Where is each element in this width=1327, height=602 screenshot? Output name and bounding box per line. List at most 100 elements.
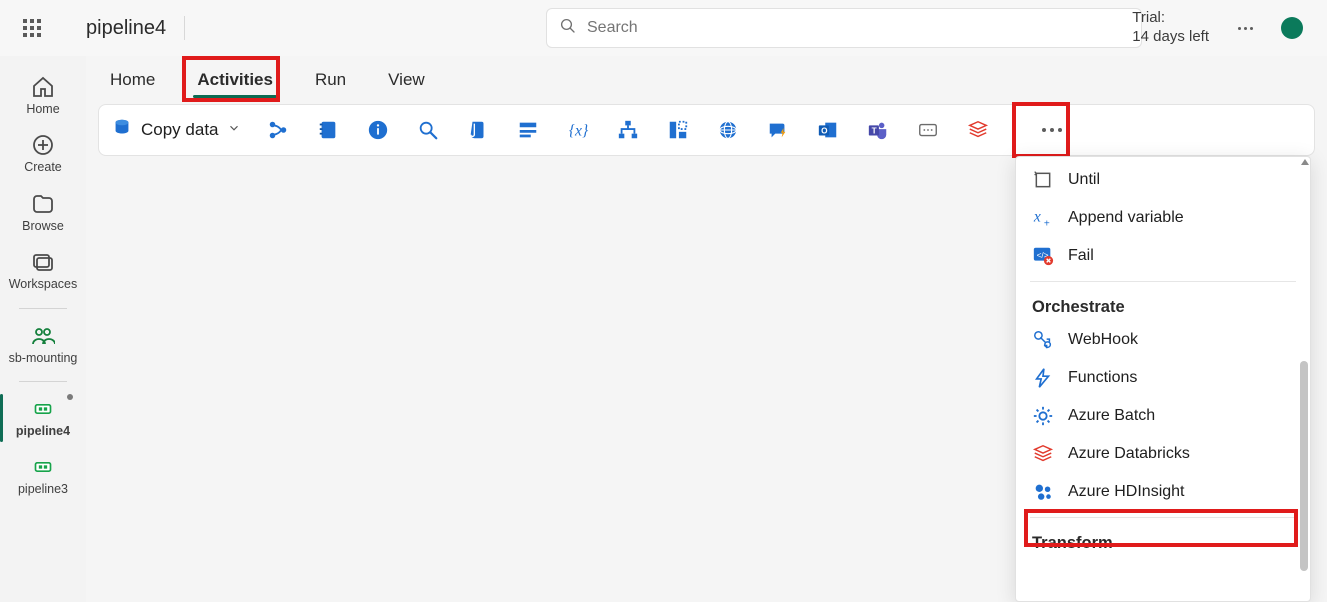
rail-separator-2 [19,381,67,382]
people-icon [30,323,56,349]
toolbar-more-button[interactable] [1034,115,1070,145]
app-launcher-button[interactable] [12,8,52,48]
menu-item-label: Fail [1068,247,1094,265]
keyboard-icon [917,119,939,141]
fail-icon: </> [1032,245,1054,267]
globe-icon [717,119,739,141]
menu-item-azure-batch[interactable]: Azure Batch [1016,397,1310,435]
notebook-icon [317,119,339,141]
activities-more-menu: Until x+ Append variable </> Fail Orches… [1015,156,1311,602]
toolbar-web-button[interactable] [713,115,743,145]
form-icon [517,119,539,141]
svg-text:+: + [1044,218,1050,229]
menu-item-until[interactable]: Until [1016,161,1310,199]
toolbar-form-button[interactable] [513,115,543,145]
toolbar-script-button[interactable] [463,115,493,145]
toolbar-outlook-button[interactable]: O [813,115,843,145]
pipeline-icon [30,396,56,422]
svg-text:{x}: {x} [568,123,588,140]
menu-item-label: Azure HDInsight [1068,483,1185,501]
webhook-icon [1032,329,1054,351]
menu-item-append-variable[interactable]: x+ Append variable [1016,199,1310,237]
toolbar-semantic-button[interactable] [763,115,793,145]
until-icon [1032,169,1054,191]
nav-pipeline3[interactable]: pipeline3 [7,448,79,504]
nav-create[interactable]: Create [7,126,79,182]
menu-item-webhook[interactable]: WebHook [1016,321,1310,359]
toolbar-template-button[interactable] [663,115,693,145]
toolbar-notebook-button[interactable] [313,115,343,145]
toolbar-info-button[interactable] [363,115,393,145]
copy-data-button[interactable]: Copy data [111,117,243,144]
search-box[interactable] [546,8,1142,48]
toolbar-keyboard-button[interactable] [913,115,943,145]
ribbon-tabs: Home Activities Run View [86,56,1327,104]
trial-label: Trial: [1132,9,1209,28]
rail-separator [19,308,67,309]
nav-home-label: Home [26,102,59,116]
search-input[interactable] [587,19,1129,37]
menu-item-label: Until [1068,171,1100,189]
menu-item-label: Azure Batch [1068,407,1155,425]
pipeline-icon [30,454,56,480]
svg-text:x: x [1033,209,1041,226]
menu-scrollbar-thumb[interactable] [1300,361,1308,571]
menu-item-fail[interactable]: </> Fail [1016,237,1310,275]
hdinsight-icon [1032,481,1054,503]
info-icon [367,119,389,141]
unsaved-indicator-icon [67,394,73,400]
menu-item-azure-hdinsight[interactable]: Azure HDInsight [1016,473,1310,511]
nav-home[interactable]: Home [7,68,79,124]
header-more-button[interactable] [1233,27,1257,30]
nav-pipeline3-label: pipeline3 [18,482,68,496]
menu-scrollbar-track[interactable] [1298,161,1310,597]
home-icon [30,74,56,100]
menu-item-azure-databricks[interactable]: Azure Databricks [1016,435,1310,473]
left-nav-rail: Home Create Browse Workspaces sb-mountin… [0,56,86,602]
nav-workspaces[interactable]: Workspaces [7,243,79,299]
more-horizontal-icon [1238,27,1253,30]
waffle-icon [23,19,41,37]
create-icon [30,132,56,158]
script-icon [467,119,489,141]
menu-item-label: WebHook [1068,331,1138,349]
nav-browse-label: Browse [22,219,64,233]
chat-bolt-icon [766,119,790,141]
tab-run[interactable]: Run [309,62,352,98]
tab-view[interactable]: View [382,62,431,98]
toolbar-databricks-button[interactable] [963,115,993,145]
databricks-icon [1032,443,1054,465]
toolbar-teams-button[interactable]: T [863,115,893,145]
activities-toolbar: Copy data {x} [98,104,1315,156]
title-divider [184,16,185,40]
toolbar-branch-button[interactable] [263,115,293,145]
search-container [546,8,1142,48]
tab-activities[interactable]: Activities [191,62,279,98]
menu-item-label: Append variable [1068,209,1184,227]
append-variable-icon: x+ [1032,207,1054,229]
menu-item-functions[interactable]: Functions [1016,359,1310,397]
copy-data-label: Copy data [141,120,219,140]
toolbar-search-button[interactable] [413,115,443,145]
nav-pipeline4-label: pipeline4 [16,424,70,438]
nav-workspace-sb-mounting[interactable]: sb-mounting [7,317,79,373]
variable-icon: {x} [565,119,591,141]
nav-browse[interactable]: Browse [7,185,79,241]
nav-workspaces-label: Workspaces [9,277,78,291]
search-icon [559,17,577,40]
page-title: pipeline4 [86,17,166,40]
tab-home[interactable]: Home [104,62,161,98]
nav-pipeline4[interactable]: pipeline4 [7,390,79,446]
browse-icon [30,191,56,217]
toolbar-variable-button[interactable]: {x} [563,115,593,145]
gear-icon [1032,405,1054,427]
menu-group-transform: Transform [1016,524,1310,557]
chevron-down-icon [227,121,241,140]
more-horizontal-icon [1042,128,1062,132]
topbar: pipeline4 Trial: 14 days left [0,0,1327,56]
user-avatar[interactable] [1281,17,1303,39]
menu-group-orchestrate: Orchestrate [1016,288,1310,321]
nav-workspace-label: sb-mounting [9,351,78,365]
toolbar-dataflow-button[interactable] [613,115,643,145]
magnifier-icon [417,119,439,141]
